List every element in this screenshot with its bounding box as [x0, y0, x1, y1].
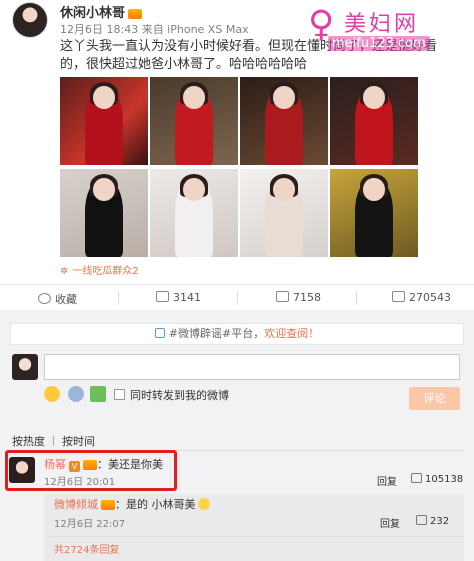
crown-icon	[128, 8, 143, 19]
comment-icon	[276, 291, 289, 302]
author-avatar[interactable]	[12, 2, 48, 38]
author-name[interactable]: 休闲小林哥	[60, 2, 143, 21]
sparkle-icon: ✲	[60, 266, 69, 277]
comment-input[interactable]	[44, 354, 460, 380]
photo-5[interactable]	[60, 169, 148, 257]
reply-button[interactable]: 回复	[380, 515, 400, 530]
comment-button[interactable]: 7158	[276, 291, 321, 304]
thumbs-up-icon	[392, 291, 405, 302]
sort-tabs: 按热度 按时间	[12, 433, 103, 449]
image-icon[interactable]	[90, 386, 106, 402]
comment-like-button[interactable]: 105138	[411, 473, 463, 485]
photo-1[interactable]	[60, 77, 148, 165]
divider	[53, 436, 54, 446]
like-button[interactable]: 270543	[392, 291, 451, 304]
divider	[118, 291, 119, 305]
group-link[interactable]: ✲ 一线吃瓜群众2	[60, 262, 139, 277]
photo-grid	[60, 77, 420, 257]
photo-6[interactable]	[150, 169, 238, 257]
favorite-button[interactable]: 收藏	[38, 291, 77, 307]
photo-4[interactable]	[330, 77, 418, 165]
gif-icon[interactable]	[68, 386, 84, 402]
weibo-post: 休闲小林哥 12月6日 18:43 来自 iPhone XS Max 这丫头我一…	[0, 0, 474, 284]
divider	[356, 291, 357, 305]
divider	[50, 536, 464, 537]
reply-like-button[interactable]: 232	[416, 515, 449, 527]
post-meta: 12月6日 18:43 来自 iPhone XS Max	[60, 23, 249, 36]
more-replies-link[interactable]: 共2724条回复	[54, 541, 119, 556]
smile-emoji-icon	[197, 498, 210, 510]
sort-by-time-tab[interactable]: 按时间	[62, 435, 95, 448]
photo-8[interactable]	[330, 169, 418, 257]
thumbs-up-icon	[416, 515, 427, 525]
rumor-notice: #微博辟谣#平台，欢迎查阅！	[10, 323, 464, 345]
watermark-name: 美妇网	[344, 12, 420, 37]
submit-comment-button[interactable]: 评论	[409, 387, 460, 410]
star-icon	[38, 293, 51, 304]
repost-icon	[156, 291, 169, 302]
photo-2[interactable]	[150, 77, 238, 165]
replier-name[interactable]: 微博倾城	[54, 498, 98, 511]
repost-checkbox[interactable]	[114, 389, 125, 400]
reply-time: 12月6日 22:07	[54, 519, 126, 530]
reply-text: ：是的 小林哥美	[115, 498, 196, 511]
action-bar: 收藏 3141 7158 270543	[0, 284, 474, 310]
comment-area: #微博辟谣#平台，欢迎查阅！ 同时转发到我的微博 评论 按热度 按时间 杨幂 V ：美…	[0, 310, 474, 561]
reply-line: 微博倾城 ：是的 小林哥美	[54, 496, 210, 512]
notice-link[interactable]: 欢迎查阅！	[264, 327, 319, 340]
my-avatar	[12, 354, 38, 380]
reply-button[interactable]: 回复	[377, 473, 397, 488]
divider	[237, 291, 238, 305]
repost-button[interactable]: 3141	[156, 291, 201, 304]
watermark-url: meifu123.com	[328, 36, 430, 51]
photo-7[interactable]	[240, 169, 328, 257]
crown-icon	[101, 500, 115, 510]
highlight-box	[5, 450, 177, 491]
emoji-icon[interactable]	[44, 386, 60, 402]
notice-icon	[154, 328, 165, 338]
photo-3[interactable]	[240, 77, 328, 165]
watermark-logo: ♀ 美妇网 meifu123.com	[300, 4, 470, 54]
repost-checkbox-label: 同时转发到我的微博	[130, 389, 229, 402]
sort-by-hot-tab[interactable]: 按热度	[12, 435, 45, 448]
thumbs-up-icon	[411, 473, 422, 483]
